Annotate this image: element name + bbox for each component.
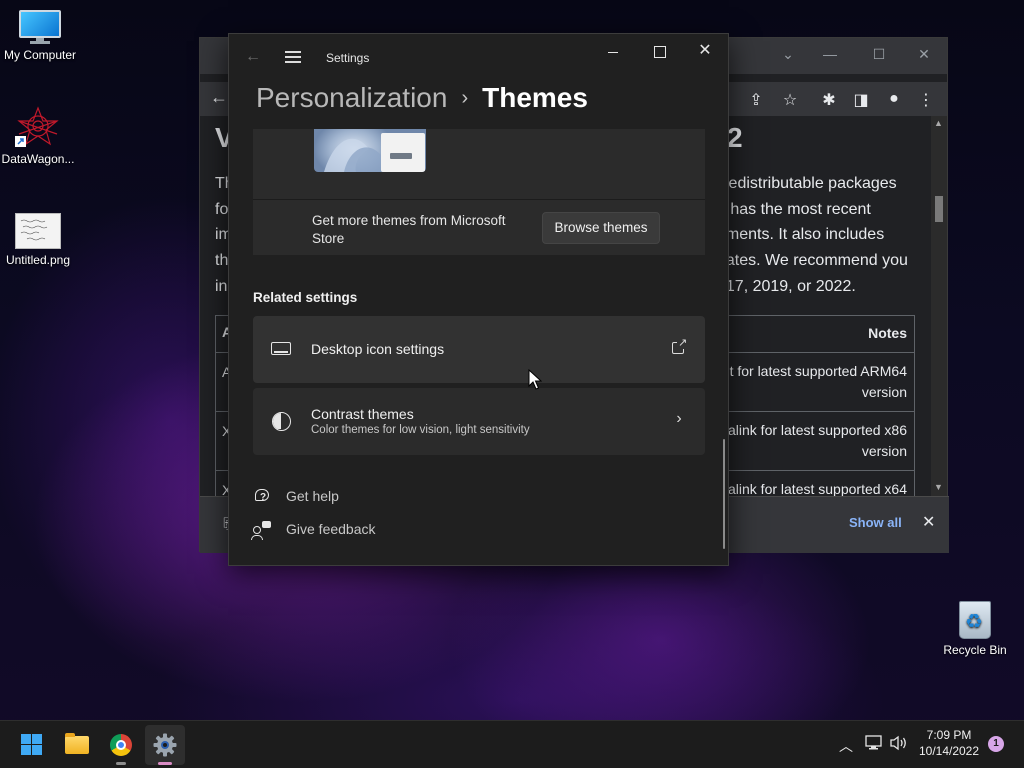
breadcrumb: Personalization › Themes <box>256 82 588 114</box>
back-arrow-icon[interactable]: ← <box>208 87 230 108</box>
contrast-themes-row[interactable]: Contrast themes Color themes for low vis… <box>253 388 705 455</box>
desktop-icon-my-computer[interactable]: My Computer <box>0 10 80 62</box>
page-heading-right-fragment: 2 <box>727 122 743 153</box>
desktop-icon-datawagon[interactable]: DataWagon... <box>0 106 78 166</box>
system-clock[interactable]: 7:09 PM 10/14/2022 <box>916 727 982 759</box>
minimize-button[interactable] <box>602 42 626 62</box>
mouse-cursor-icon <box>528 369 542 390</box>
clock-time: 7:09 PM <box>926 728 972 742</box>
maximize-button[interactable] <box>647 42 671 62</box>
desktop-icon-label: DataWagon... <box>1 152 75 166</box>
related-settings-heading: Related settings <box>253 290 358 305</box>
browse-themes-button[interactable]: Browse themes <box>542 212 660 244</box>
bookmark-star-icon[interactable]: ☆ <box>779 90 801 110</box>
windows-logo-icon <box>21 734 43 756</box>
breadcrumb-personalization[interactable]: Personalization <box>256 82 447 113</box>
close-button[interactable]: ✕ <box>693 40 717 60</box>
settings-window[interactable]: ← Settings ✕ Personalization › Themes Get … <box>228 33 729 566</box>
back-arrow-icon[interactable]: ← <box>245 48 261 66</box>
table-header-notes: Notes <box>868 325 907 341</box>
network-icon[interactable] <box>864 735 884 751</box>
get-help-label: Get help <box>286 488 339 504</box>
start-button[interactable] <box>12 725 52 765</box>
window-title: Settings <box>326 51 370 65</box>
row-sublabel: Color themes for low vision, light sensi… <box>311 424 530 436</box>
paragraph-right-fragments: Redistributable packages n has the most … <box>717 175 908 295</box>
breadcrumb-separator: › <box>461 87 469 109</box>
row-label: Desktop icon settings <box>311 341 445 357</box>
chevron-right-icon: › <box>676 410 682 427</box>
folder-icon <box>65 733 89 754</box>
chrome-icon <box>110 734 132 756</box>
contrast-icon <box>271 412 291 431</box>
desktop-icon-label: My Computer <box>3 48 77 62</box>
settings-content: Get more themes from Microsoft Store Bro… <box>229 129 728 565</box>
more-menu-icon[interactable]: ⋮ <box>915 90 937 110</box>
desktop-icon-recycle-bin[interactable]: ♻ Recycle Bin <box>935 597 1015 657</box>
close-icon[interactable]: ✕ <box>914 46 934 63</box>
get-more-themes-text: Get more themes from Microsoft Store <box>312 213 506 246</box>
show-all-button[interactable]: Show all <box>849 515 902 530</box>
recycle-bin-icon: ♻ <box>956 597 994 639</box>
tab-search-icon[interactable]: ⌄ <box>778 46 798 63</box>
desktop-icon-label: Recycle Bin <box>943 643 1007 657</box>
volume-icon[interactable] <box>889 735 909 751</box>
desktop-icon-label: Untitled.png <box>5 253 71 267</box>
row-label: Contrast themes <box>311 406 414 422</box>
file-explorer-button[interactable] <box>57 725 97 765</box>
settings-scrollbar[interactable] <box>723 439 725 549</box>
laptop-icon <box>271 340 291 358</box>
settings-taskbar-button[interactable] <box>145 725 185 765</box>
give-feedback-link[interactable]: Give feedback <box>251 519 553 543</box>
external-link-icon: ↗ <box>671 337 689 356</box>
monitor-icon <box>19 10 61 44</box>
close-download-bar-icon[interactable]: ✕ <box>922 512 935 532</box>
feedback-icon <box>251 521 271 540</box>
side-panel-icon[interactable]: ◨ <box>850 90 872 110</box>
get-more-themes-row: Get more themes from Microsoft Store Bro… <box>253 199 705 255</box>
datawagon-logo-icon <box>15 106 61 148</box>
show-hidden-icons-chevron-icon[interactable]: ︿ <box>839 736 853 756</box>
hamburger-menu-icon[interactable] <box>285 51 301 63</box>
share-icon[interactable]: ⇪ <box>745 90 767 110</box>
give-feedback-label: Give feedback <box>286 521 376 537</box>
get-help-link[interactable]: ? Get help <box>253 486 553 510</box>
desktop-icon-settings-row[interactable]: Desktop icon settings ↗ <box>253 316 705 383</box>
desktop-icon-untitled-png[interactable]: Untitled.png <box>0 213 78 267</box>
png-file-icon <box>15 213 61 249</box>
chrome-taskbar-button[interactable] <box>101 725 141 765</box>
browser-scrollbar[interactable]: ▲ ▼ <box>931 116 947 496</box>
minimize-icon[interactable]: — <box>820 46 840 62</box>
help-icon: ? <box>253 488 271 506</box>
extensions-puzzle-icon[interactable]: ✱ <box>818 90 840 110</box>
notification-badge[interactable]: 1 <box>988 736 1004 752</box>
theme-preview-thumbnail[interactable] <box>314 129 426 172</box>
page-title: Themes <box>482 82 588 113</box>
current-theme-card <box>253 129 705 199</box>
clock-date: 10/14/2022 <box>918 744 980 758</box>
gear-icon <box>153 733 177 757</box>
profile-avatar-icon[interactable]: ● <box>883 90 905 108</box>
maximize-icon[interactable]: ☐ <box>869 46 889 63</box>
